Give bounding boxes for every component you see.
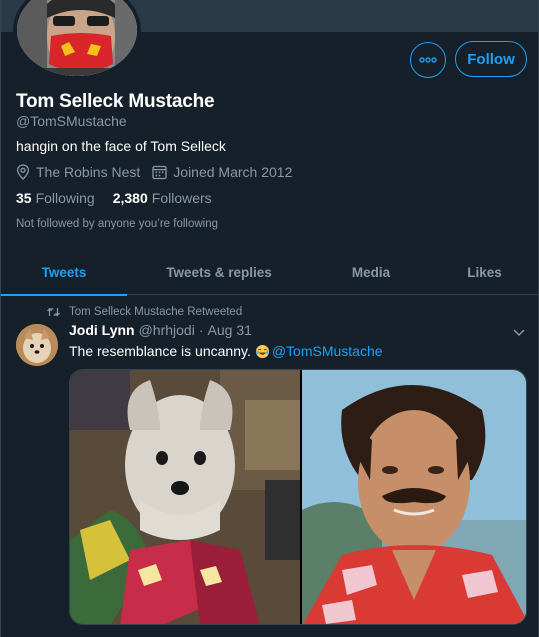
following-link[interactable]: 35 Following xyxy=(16,190,95,206)
following-label: Following xyxy=(35,190,95,206)
retweet-label: Tom Selleck Mustache Retweeted xyxy=(69,306,243,318)
tweet-media[interactable] xyxy=(69,369,527,625)
tab-label: Likes xyxy=(467,264,502,280)
tab-likes[interactable]: Likes xyxy=(431,249,538,295)
profile-bio: hangin on the face of Tom Selleck xyxy=(16,138,226,154)
profile-meta: The Robins Nest Joined March 2012 xyxy=(16,164,304,180)
tweet-body: The resemblance is uncanny. @TomSMustach… xyxy=(69,343,383,359)
location-text: The Robins Nest xyxy=(36,164,141,180)
tweet-author-avatar[interactable] xyxy=(16,324,58,366)
tweet-author-handle[interactable]: @hrhjodi xyxy=(139,322,195,338)
profile-page: Follow Tom Selleck Mustache @TomSMustach… xyxy=(0,0,539,637)
followers-label: Followers xyxy=(151,190,212,206)
retweet-context[interactable]: Tom Selleck Mustache Retweeted xyxy=(47,306,242,318)
profile-location: The Robins Nest xyxy=(16,164,140,180)
calendar-icon xyxy=(152,165,167,179)
tweet-text: The resemblance is uncanny. xyxy=(69,343,251,359)
retweet-icon xyxy=(47,307,60,317)
profile-joined: Joined March 2012 xyxy=(152,164,292,180)
profile-avatar[interactable] xyxy=(13,0,141,80)
joined-text: Joined March 2012 xyxy=(173,164,293,180)
tab-label: Media xyxy=(351,264,391,280)
tweet-separator: · xyxy=(198,322,204,338)
chevron-down-icon xyxy=(513,329,525,337)
more-options-button[interactable] xyxy=(410,42,446,78)
following-count: 35 xyxy=(16,190,32,206)
media-image-dog[interactable] xyxy=(70,370,300,624)
tweet-header: Jodi Lynn @hrhjodi · Aug 31 xyxy=(69,322,252,338)
tab-tweets[interactable]: Tweets xyxy=(1,249,127,296)
tears-of-joy-emoji xyxy=(255,344,269,358)
location-icon xyxy=(16,164,30,180)
active-tab-indicator xyxy=(1,294,127,296)
profile-tabs: Tweets Tweets & replies Media Likes xyxy=(1,249,538,296)
tab-media[interactable]: Media xyxy=(311,249,431,295)
followed-by-note: Not followed by anyone you’re following xyxy=(16,218,219,230)
tweet-menu-button[interactable] xyxy=(512,324,526,342)
tweet-author-name[interactable]: Jodi Lynn xyxy=(69,322,135,338)
tweet-date[interactable]: Aug 31 xyxy=(208,322,252,338)
more-icon xyxy=(419,57,437,63)
profile-stats: 35 Following 2,380 Followers xyxy=(16,190,230,206)
profile-name: Tom Selleck Mustache xyxy=(16,91,215,112)
tweet-mention-link[interactable]: @TomSMustache xyxy=(272,343,383,359)
profile-handle: @TomSMustache xyxy=(16,113,127,129)
tab-label: Tweets & replies xyxy=(166,264,272,280)
followers-link[interactable]: 2,380 Followers xyxy=(113,190,212,206)
media-image-man[interactable] xyxy=(302,370,526,624)
follow-button[interactable]: Follow xyxy=(455,41,527,77)
followers-count: 2,380 xyxy=(112,190,148,206)
tab-label: Tweets xyxy=(41,264,87,280)
tab-tweets-replies[interactable]: Tweets & replies xyxy=(127,249,311,295)
